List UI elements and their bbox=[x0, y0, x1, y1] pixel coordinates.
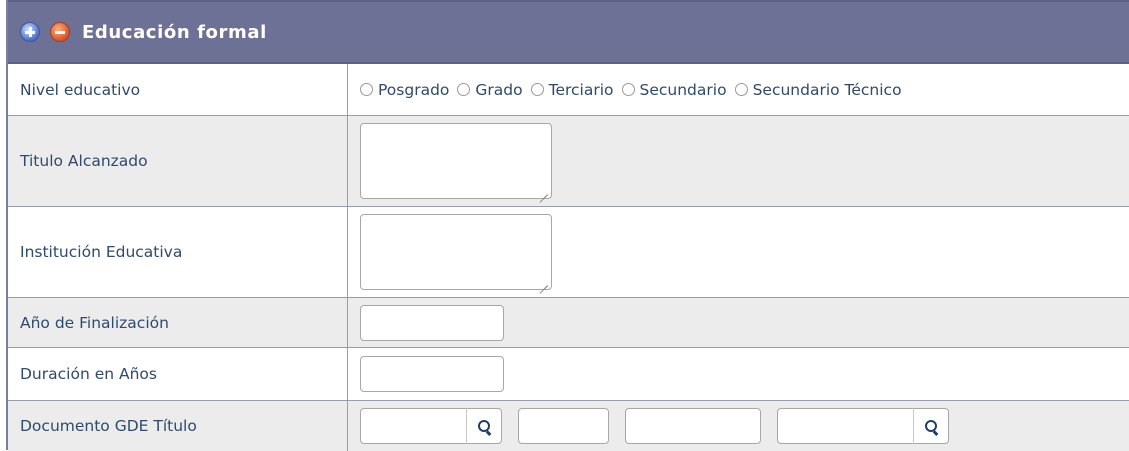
nivel-educativo-options: Posgrado Grado Terciario Secundario Secu… bbox=[348, 64, 1129, 115]
duracion-anios-input[interactable] bbox=[360, 356, 504, 392]
radio-label: Terciario bbox=[548, 80, 614, 99]
documento-search-group-2 bbox=[777, 408, 949, 444]
radio-label: Secundario Técnico bbox=[752, 80, 902, 99]
label-nivel-educativo: Nivel educativo bbox=[8, 64, 348, 115]
radio-posgrado[interactable]: Posgrado bbox=[360, 81, 449, 99]
radio-button[interactable] bbox=[621, 83, 635, 96]
search-icon bbox=[478, 420, 492, 436]
radio-button[interactable] bbox=[530, 83, 544, 96]
search-button-2[interactable] bbox=[913, 408, 949, 444]
documento-field-4[interactable] bbox=[777, 408, 913, 444]
radio-secundario[interactable]: Secundario bbox=[621, 80, 727, 99]
row-documento-gde: Documento GDE Título bbox=[8, 401, 1129, 451]
documento-field-1[interactable] bbox=[360, 408, 466, 444]
radio-label: Grado bbox=[475, 80, 523, 99]
label-titulo-alcanzado: Titulo Alcanzado bbox=[8, 116, 348, 206]
radio-button[interactable] bbox=[734, 83, 748, 96]
section-header: Educación formal bbox=[8, 0, 1129, 64]
resize-grip-icon[interactable] bbox=[540, 278, 548, 286]
radio-label: Secundario bbox=[639, 80, 727, 99]
documento-search-group-1 bbox=[360, 408, 502, 444]
search-button-1[interactable] bbox=[466, 408, 502, 444]
row-titulo-alcanzado: Titulo Alcanzado bbox=[8, 116, 1129, 207]
label-anio-finalizacion: Año de Finalización bbox=[8, 298, 348, 347]
radio-button[interactable] bbox=[360, 83, 373, 96]
minus-icon[interactable] bbox=[50, 22, 70, 42]
plus-icon[interactable] bbox=[20, 22, 40, 42]
educacion-formal-panel: Educación formal Nivel educativo Posgrad… bbox=[6, 0, 1129, 451]
radio-label: Posgrado bbox=[378, 80, 450, 99]
row-institucion-educativa: Institución Educativa bbox=[8, 207, 1129, 298]
anio-finalizacion-input[interactable] bbox=[360, 304, 504, 341]
search-icon bbox=[925, 420, 939, 436]
label-institucion-educativa: Institución Educativa bbox=[8, 207, 348, 297]
titulo-alcanzado-textarea[interactable] bbox=[360, 123, 552, 199]
row-anio-finalizacion: Año de Finalización bbox=[8, 298, 1129, 348]
radio-grado[interactable]: Grado bbox=[457, 80, 523, 99]
documento-field-2[interactable] bbox=[518, 408, 609, 444]
documento-field-3[interactable] bbox=[625, 408, 761, 444]
label-duracion-anios: Duración en Años bbox=[8, 348, 348, 400]
institucion-educativa-textarea[interactable] bbox=[360, 214, 552, 290]
radio-terciario[interactable]: Terciario bbox=[530, 80, 614, 99]
resize-grip-icon[interactable] bbox=[540, 187, 548, 195]
section-title: Educación formal bbox=[82, 21, 267, 43]
radio-secundario-tecnico[interactable]: Secundario Técnico bbox=[734, 80, 902, 99]
label-documento-gde: Documento GDE Título bbox=[8, 401, 348, 451]
radio-button[interactable] bbox=[457, 83, 471, 96]
row-duracion-anios: Duración en Años bbox=[8, 348, 1129, 401]
row-nivel-educativo: Nivel educativo Posgrado Grado Terciario bbox=[8, 64, 1129, 116]
